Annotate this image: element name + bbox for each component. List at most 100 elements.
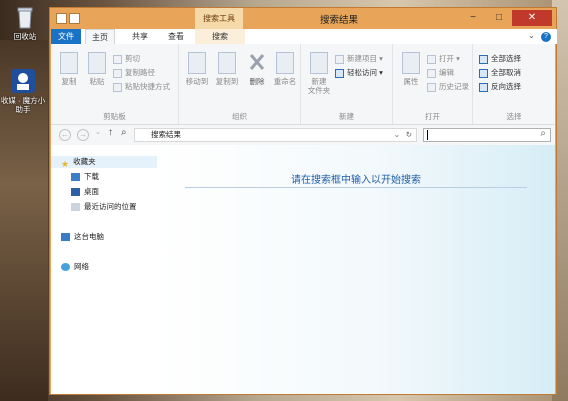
- divider: [185, 187, 527, 188]
- easy-access-button[interactable]: 轻松访问 ▾: [335, 67, 383, 78]
- refresh-icon[interactable]: ↻: [406, 129, 412, 141]
- paste-icon: [88, 52, 106, 74]
- move-to-button[interactable]: 移动到: [183, 52, 211, 86]
- nav-item-network[interactable]: 网络: [51, 261, 89, 273]
- ribbon-controls: ⌄ ?: [528, 31, 551, 42]
- desktop-icon-label: 回收站: [13, 32, 37, 41]
- select-none-button[interactable]: 全部取消: [479, 67, 521, 78]
- move-to-icon: [188, 52, 206, 74]
- tab-search[interactable]: 搜索: [195, 29, 245, 44]
- open-button[interactable]: 打开 ▾: [427, 53, 460, 64]
- delete-button[interactable]: 删除: [243, 52, 271, 86]
- nav-item-downloads[interactable]: 下载: [51, 171, 99, 183]
- edit-icon: [427, 68, 436, 78]
- address-bar-row: ← → ⌄ ↑ ⌕ 搜索结果 ⌄ ↻ ⌕: [51, 125, 555, 145]
- new-folder-icon: [310, 52, 328, 74]
- select-all-button[interactable]: 全部选择: [479, 53, 521, 64]
- tab-file[interactable]: 文件: [51, 29, 81, 44]
- group-open: 属性 打开 ▾ 编辑 历史记录 打开: [393, 44, 473, 124]
- text-cursor: [427, 130, 428, 140]
- search-location-icon: ⌕: [121, 127, 127, 138]
- address-dropdown-icon[interactable]: ⌄: [394, 129, 400, 141]
- tab-share[interactable]: 共享: [125, 29, 155, 44]
- group-label: 打开: [425, 112, 440, 121]
- window-title: 搜索结果: [320, 15, 359, 26]
- copy-to-button[interactable]: 复制到: [213, 52, 241, 86]
- invert-selection-icon: [479, 82, 488, 92]
- group-label: 新建: [339, 112, 354, 121]
- tab-home[interactable]: 主页: [85, 29, 115, 44]
- desktop-icon-label: 收媒 · 魔方小助手: [0, 96, 46, 114]
- search-results-pane[interactable]: 请在搜索框中输入以开始搜索: [157, 145, 555, 394]
- paste-shortcut-button[interactable]: 粘贴快捷方式: [113, 81, 170, 92]
- copy-button[interactable]: 复制: [55, 52, 83, 86]
- paste-shortcut-icon: [113, 82, 122, 92]
- properties-button[interactable]: 属性: [397, 52, 425, 86]
- minimize-button[interactable]: −: [460, 10, 486, 26]
- search-icon[interactable]: ⌕: [540, 128, 546, 139]
- open-icon: [427, 54, 436, 64]
- group-label: 剪贴板: [103, 112, 126, 121]
- delete-x-icon: [248, 52, 266, 74]
- maximize-button[interactable]: □: [486, 10, 512, 26]
- copy-icon: [60, 52, 78, 74]
- rename-button[interactable]: 重命名: [271, 52, 299, 86]
- app-icon: [10, 68, 36, 94]
- context-tab-title: 搜索工具: [195, 8, 243, 29]
- nav-item-recent[interactable]: 最近访问的位置: [51, 201, 137, 213]
- scissors-icon: [113, 54, 122, 64]
- group-label: 选择: [506, 112, 522, 121]
- tab-view[interactable]: 查看: [161, 29, 191, 44]
- invert-selection-button[interactable]: 反向选择: [479, 81, 521, 92]
- group-organize: 移动到 复制到 删除 重命名 组织: [179, 44, 301, 124]
- nav-item-favorites[interactable]: ★ 收藏夹: [51, 156, 165, 170]
- ribbon: 复制 粘贴 剪切 复制路径 粘贴快捷方式 剪贴板 移动到 复制到 删除 重命名 …: [51, 44, 555, 125]
- desktop-icon-recycle-bin[interactable]: 回收站: [2, 4, 48, 41]
- group-label: 组织: [232, 112, 247, 121]
- easy-access-icon: [335, 68, 344, 78]
- new-folder-button[interactable]: 新建 文件夹: [305, 52, 333, 95]
- expand-ribbon-icon[interactable]: ⌄: [528, 31, 535, 40]
- properties-icon: [402, 52, 420, 74]
- desktop-icon-app[interactable]: 收媒 · 魔方小助手: [0, 68, 46, 114]
- rename-icon: [276, 52, 294, 74]
- group-new: 新建 文件夹 新建项目 ▾ 轻松访问 ▾ 新建: [301, 44, 393, 124]
- cut-button[interactable]: 剪切: [113, 53, 140, 64]
- quick-access-toolbar: [56, 12, 80, 25]
- up-button[interactable]: ↑: [108, 127, 113, 138]
- group-clipboard: 复制 粘贴 剪切 复制路径 粘贴快捷方式 剪贴板: [51, 44, 179, 124]
- search-input[interactable]: ⌕: [423, 128, 551, 142]
- copy-path-button[interactable]: 复制路径: [113, 67, 155, 78]
- properties-qat-icon[interactable]: [56, 13, 67, 24]
- address-path: 搜索结果: [151, 130, 181, 139]
- forward-button[interactable]: →: [77, 129, 89, 141]
- new-item-button[interactable]: 新建项目 ▾: [335, 53, 383, 64]
- navigation-pane: ★ 收藏夹 下载 桌面 最近访问的位置 这台电脑 网络: [51, 145, 165, 394]
- recycle-bin-icon: [12, 4, 38, 30]
- caption-buttons: − □ ✕: [460, 10, 552, 26]
- title-bar[interactable]: 搜索工具 搜索结果 − □ ✕: [50, 8, 556, 29]
- search-hint: 请在搜索框中输入以开始搜索: [291, 175, 421, 186]
- nav-item-this-pc[interactable]: 这台电脑: [51, 231, 104, 243]
- select-none-icon: [479, 68, 488, 78]
- download-icon: [71, 173, 80, 182]
- nav-item-desktop[interactable]: 桌面: [51, 186, 99, 198]
- address-field[interactable]: 搜索结果 ⌄ ↻: [134, 128, 417, 142]
- select-all-icon: [479, 54, 488, 64]
- new-folder-qat-icon[interactable]: [69, 13, 80, 24]
- edit-button[interactable]: 编辑: [427, 67, 454, 78]
- desktop-icon: [71, 188, 80, 197]
- ribbon-tabs: 文件 主页 共享 查看 搜索 ⌄ ?: [51, 29, 557, 44]
- close-button[interactable]: ✕: [512, 10, 552, 26]
- group-select: 全部选择 全部取消 反向选择 选择: [473, 44, 555, 124]
- back-button[interactable]: ←: [59, 129, 71, 141]
- recent-locations-icon[interactable]: ⌄: [95, 128, 101, 136]
- copy-to-icon: [218, 52, 236, 74]
- recent-places-icon: [71, 203, 80, 212]
- paste-button[interactable]: 粘贴: [83, 52, 111, 86]
- network-icon: [61, 263, 70, 272]
- copy-path-icon: [113, 68, 122, 78]
- star-icon: ★: [61, 159, 70, 170]
- history-button[interactable]: 历史记录: [427, 81, 469, 92]
- help-icon[interactable]: ?: [541, 32, 551, 42]
